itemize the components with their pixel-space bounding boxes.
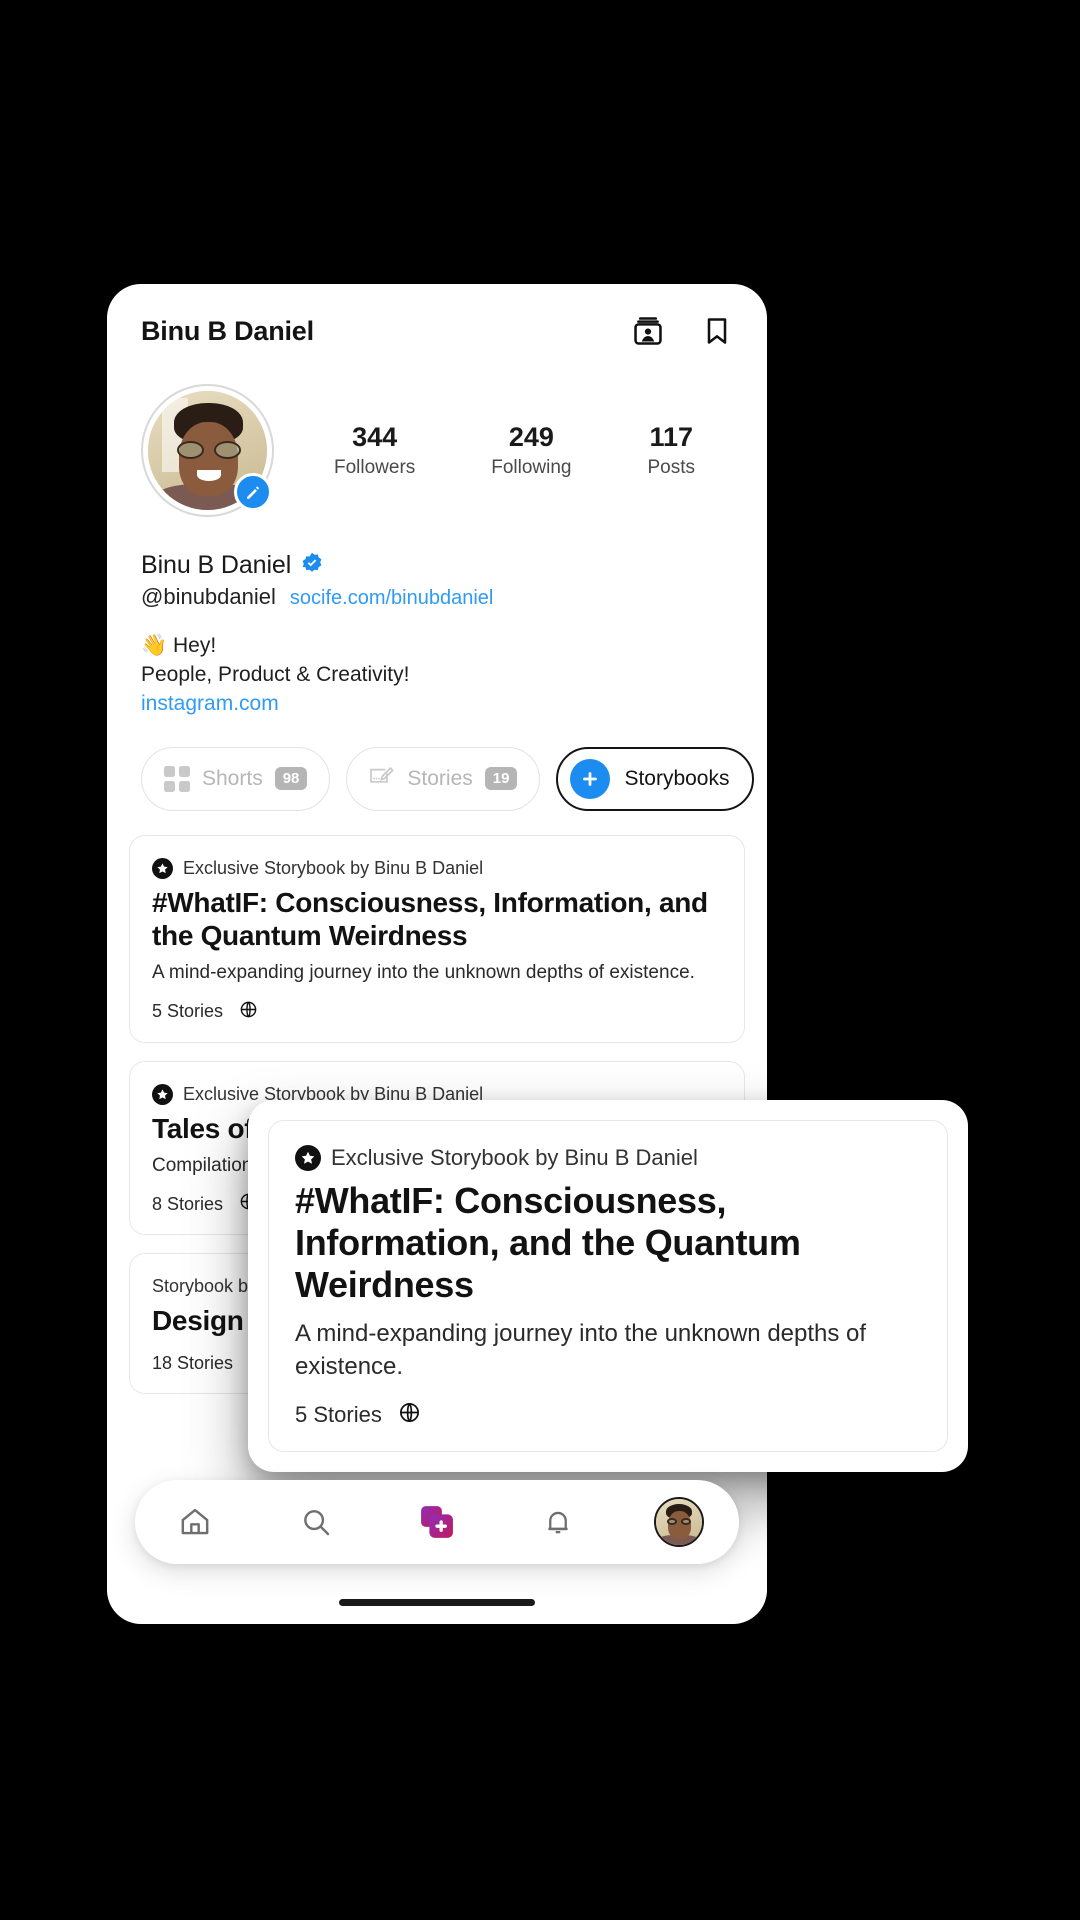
profile-url-link[interactable]: socife.com/binubdaniel	[290, 587, 493, 610]
story-count: 5 Stories	[152, 1001, 224, 1022]
profile-avatar	[653, 1497, 704, 1547]
card-meta: 5 Stories	[152, 1000, 722, 1024]
tab-count: 19	[484, 767, 518, 791]
contact-card-icon[interactable]	[631, 314, 665, 348]
star-badge-icon	[152, 1083, 173, 1105]
home-indicator	[339, 1599, 535, 1606]
nav-profile[interactable]	[644, 1487, 714, 1557]
globe-icon	[239, 1000, 258, 1024]
content-tabs: Shorts 98 Stories 19 Storybooks	[107, 719, 767, 811]
tab-label: Storybooks	[624, 766, 730, 790]
stat-label: Followers	[333, 457, 416, 479]
tab-shorts[interactable]: Shorts 98	[141, 746, 331, 811]
stat-label: Posts	[647, 457, 695, 479]
handle: @binubdaniel	[141, 584, 276, 609]
card-kicker: Exclusive Storybook by Binu B Daniel	[295, 1145, 921, 1171]
story-count: 8 Stories	[152, 1193, 224, 1214]
floating-storybook-card[interactable]: Exclusive Storybook by Binu B Daniel #Wh…	[248, 1100, 968, 1473]
nav-home[interactable]	[160, 1487, 230, 1557]
bookmark-icon[interactable]	[701, 315, 733, 347]
handle-row: @binubdaniel socife.com/binubdaniel	[141, 584, 733, 610]
stat-value: 344	[352, 421, 398, 452]
card-description: A mind-expanding journey into the unknow…	[295, 1320, 867, 1380]
star-badge-icon	[152, 857, 173, 879]
kicker-text: Exclusive Storybook by Binu B Daniel	[183, 857, 484, 878]
profile-bio: 👋 Hey! People, Product & Creativity! ins…	[107, 610, 767, 719]
verified-badge-icon	[300, 551, 324, 580]
story-count: 5 Stories	[295, 1402, 382, 1428]
stat-value: 249	[508, 421, 554, 452]
avatar[interactable]	[141, 384, 274, 517]
tab-count: 98	[274, 767, 308, 791]
stat-value: 117	[649, 421, 693, 452]
tab-stories[interactable]: Stories 19	[346, 746, 541, 811]
plus-circle-icon	[570, 758, 611, 799]
screen-root: Binu B Daniel 344 Followers 249 Followin…	[0, 0, 1080, 1920]
tab-label: Shorts	[202, 766, 263, 790]
storybook-card[interactable]: Exclusive Storybook by Binu B Daniel #Wh…	[129, 834, 745, 1043]
story-count: 18 Stories	[152, 1352, 234, 1373]
card-title: #WhatIF: Consciousness, Information, and…	[152, 886, 708, 951]
bottom-navigation	[135, 1480, 739, 1564]
note-pen-icon	[369, 765, 395, 792]
tab-storybooks[interactable]: Storybooks	[556, 746, 754, 811]
stat-label: Following	[491, 457, 572, 479]
stat-followers[interactable]: 344 Followers	[334, 422, 415, 479]
bio-line-2: People, Product & Creativity!	[141, 662, 410, 686]
display-name-row: Binu B Daniel	[141, 551, 733, 580]
app-bar-actions	[631, 314, 733, 348]
bio-link[interactable]: instagram.com	[141, 690, 733, 719]
grid-icon	[164, 765, 190, 792]
page-title: Binu B Daniel	[141, 315, 314, 346]
card-kicker: Exclusive Storybook by Binu B Daniel	[152, 857, 722, 879]
tab-label: Stories	[407, 766, 473, 790]
floating-card-inner: Exclusive Storybook by Binu B Daniel #Wh…	[268, 1120, 948, 1453]
pencil-edit-icon[interactable]	[234, 473, 272, 511]
globe-icon	[398, 1401, 421, 1429]
nav-search[interactable]	[281, 1487, 351, 1557]
kicker-text: Exclusive Storybook by Binu B Daniel	[331, 1145, 698, 1170]
profile-stats: 344 Followers 249 Following 117 Posts	[274, 422, 733, 479]
nav-create[interactable]	[402, 1487, 472, 1557]
profile-identity: Binu B Daniel @binubdaniel socife.com/bi…	[107, 517, 767, 610]
stat-following[interactable]: 249 Following	[491, 422, 571, 479]
card-meta: 5 Stories	[295, 1401, 921, 1429]
app-bar: Binu B Daniel	[107, 284, 767, 360]
stat-posts[interactable]: 117 Posts	[647, 422, 695, 479]
star-badge-icon	[295, 1145, 321, 1171]
nav-notifications[interactable]	[523, 1487, 593, 1557]
card-title: #WhatIF: Consciousness, Information, and…	[295, 1180, 801, 1306]
bio-line-1: 👋 Hey!	[141, 634, 217, 657]
card-description: A mind-expanding journey into the unknow…	[152, 961, 695, 983]
profile-header: 344 Followers 249 Following 117 Posts	[107, 360, 767, 517]
display-name: Binu B Daniel	[141, 551, 292, 579]
